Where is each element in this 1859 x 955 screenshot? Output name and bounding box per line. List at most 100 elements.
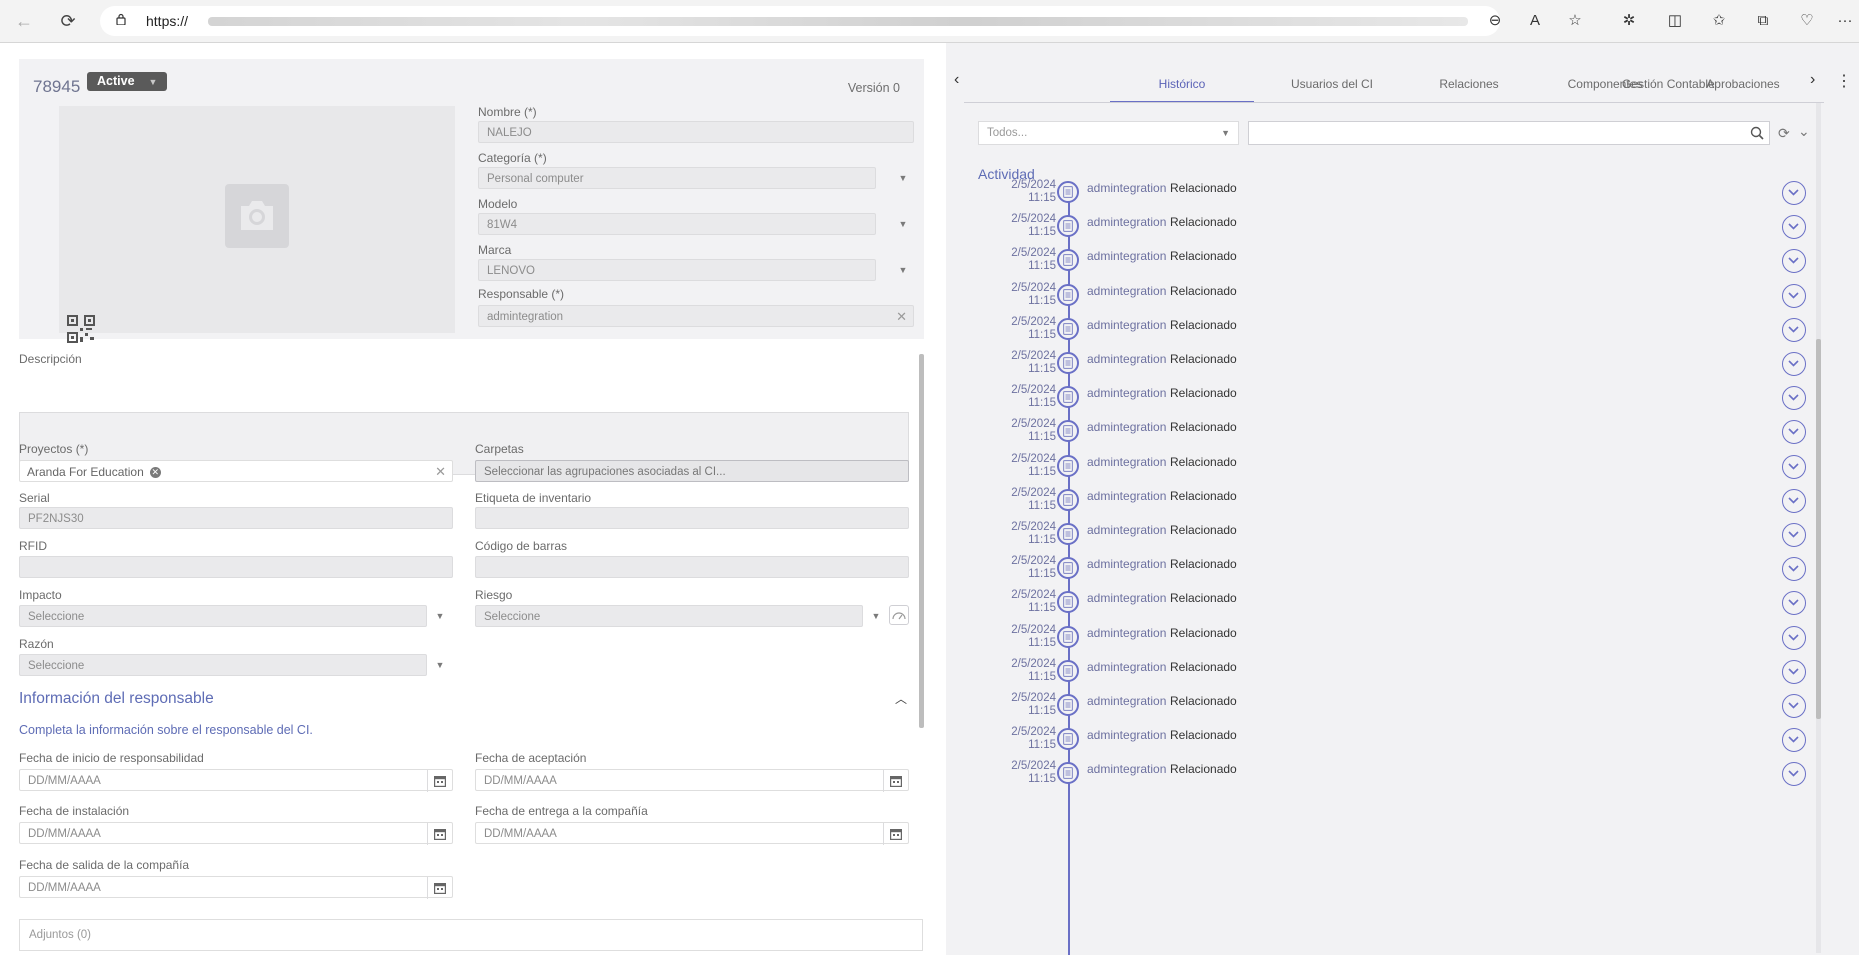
status-dropdown[interactable]: Active ▼ [87,72,168,91]
responsable-section-title: Información del responsable [19,690,214,707]
expand-entry-icon[interactable] [1782,523,1806,547]
entry-date-day: 2/5/2024 [1011,384,1056,397]
entry-date-day: 2/5/2024 [1011,315,1056,328]
tab-historico[interactable]: Histórico [1110,77,1254,91]
expand-entry-icon[interactable] [1782,352,1806,376]
read-aloud-icon[interactable]: A [1526,12,1544,30]
entry-date-day: 2/5/2024 [1011,657,1056,670]
entry-date: 2/5/2024 11:15 [992,213,1056,239]
tab-relaciones[interactable]: Relaciones [1406,77,1532,91]
scrollbar[interactable] [1816,103,1821,953]
riesgo-select[interactable]: Seleccione [475,605,863,627]
entry-user: admintegration [1087,249,1167,264]
calendar-icon[interactable] [427,823,452,845]
carpetas-select[interactable]: Seleccionar las agrupaciones asociadas a… [475,460,909,482]
extensions-icon[interactable]: ✲ [1620,12,1638,30]
scrollbar-thumb[interactable] [1816,339,1821,719]
fecha-inicio-field[interactable]: DD/MM/AAAA [19,769,453,792]
chevron-down-icon[interactable]: ▼ [428,605,452,627]
expand-all-icon[interactable]: ⌄ [1798,123,1810,140]
activity-filter-select[interactable]: Todos... ▼ [978,121,1239,145]
expand-entry-icon[interactable] [1782,694,1806,718]
tab-gestion-contable[interactable]: Gestión Contable [1622,77,1715,91]
expand-entry-icon[interactable] [1782,283,1806,308]
modelo-select[interactable]: 81W4 [478,213,876,235]
expand-entry-icon[interactable] [1782,591,1806,616]
fecha-salida-field[interactable]: DD/MM/AAAA [19,876,453,899]
codigo-field[interactable] [475,556,909,578]
chevron-down-icon[interactable]: ▼ [891,213,915,235]
calendar-icon[interactable] [427,877,452,899]
chevron-up-icon[interactable]: ︿ [895,690,907,707]
expand-entry-icon[interactable] [1782,659,1806,684]
collections-icon[interactable]: ⧉ [1754,12,1772,30]
expand-entry-icon[interactable] [1782,181,1806,205]
calendar-icon[interactable] [427,770,452,792]
expand-entry-icon[interactable] [1782,215,1806,240]
entry-date: 2/5/2024 11:15 [992,282,1056,308]
entry-date-time: 11:15 [1028,739,1056,752]
expand-entry-icon[interactable] [1782,317,1806,342]
impacto-select[interactable]: Seleccione [19,605,427,627]
search-icon[interactable] [1750,126,1764,140]
back-icon[interactable]: ← [12,9,36,33]
chevron-down-icon[interactable]: ▼ [891,167,915,189]
kebab-menu-icon[interactable]: ⋮ [1836,71,1852,91]
expand-entry-icon[interactable] [1782,625,1806,650]
fecha-entrega-field[interactable]: DD/MM/AAAA [475,822,909,845]
chevron-down-icon[interactable]: ▼ [864,605,888,627]
more-icon[interactable]: ··· [1836,12,1854,30]
tab-usuarios[interactable]: Usuarios del CI [1268,77,1396,91]
marca-select[interactable]: LENOVO [478,259,876,281]
browser-essentials-icon[interactable]: ♡ [1798,12,1816,30]
favorite-star-icon[interactable]: ☆ [1566,12,1584,30]
razon-select[interactable]: Seleccione [19,654,427,676]
categoria-select[interactable]: Personal computer [478,167,876,189]
refresh-icon[interactable]: ⟳ [56,9,80,33]
entry-date-day: 2/5/2024 [1011,452,1056,465]
entry-user: admintegration [1087,386,1167,401]
entry-date-day: 2/5/2024 [1011,213,1056,226]
responsable-field[interactable]: admintegration ✕ [478,305,914,327]
chevron-left-icon[interactable]: ‹ [954,71,959,89]
calendar-icon[interactable] [883,823,908,845]
expand-entry-icon[interactable] [1782,762,1806,787]
expand-entry-icon[interactable] [1782,249,1806,274]
expand-entry-icon[interactable] [1782,386,1806,411]
chevron-down-icon[interactable]: ▼ [428,654,452,676]
expand-entry-icon[interactable] [1782,557,1806,582]
date-placeholder: DD/MM/AAAA [28,882,101,894]
clear-icon[interactable]: ✕ [435,461,446,483]
zoom-icon[interactable]: ⊖ [1486,12,1504,30]
gauge-icon[interactable] [889,605,909,625]
serial-field[interactable]: PF2NJS30 [19,507,453,529]
address-bar[interactable]: https:// [100,6,1500,36]
fecha-instalacion-field[interactable]: DD/MM/AAAA [19,822,453,845]
favorites-icon[interactable]: ✩ [1710,12,1728,30]
document-icon [1057,625,1079,648]
chevron-down-icon[interactable]: ▼ [891,259,915,281]
entry-date-day: 2/5/2024 [1011,247,1056,260]
entry-action: Relacionado [1170,454,1237,469]
fecha-aceptacion-field[interactable]: DD/MM/AAAA [475,769,909,792]
calendar-icon[interactable] [883,770,908,792]
expand-entry-icon[interactable] [1782,488,1806,513]
entry-user: admintegration [1087,728,1167,743]
etiqueta-field[interactable] [475,507,909,529]
nombre-field[interactable]: NALEJO [478,121,914,143]
activity-search-input[interactable] [1248,121,1770,145]
split-screen-icon[interactable]: ◫ [1666,12,1684,30]
expand-entry-icon[interactable] [1782,454,1806,479]
proyectos-multiselect[interactable]: Aranda For Education ✕ ✕ [19,460,453,482]
qr-code-icon[interactable] [67,315,95,343]
clear-icon[interactable]: ✕ [896,306,907,328]
expand-entry-icon[interactable] [1782,728,1806,753]
expand-entry-icon[interactable] [1782,420,1806,445]
scrollbar[interactable] [919,354,924,728]
attachments-section[interactable]: Adjuntos (0) [19,919,923,951]
refresh-icon[interactable]: ⟳ [1778,125,1790,142]
remove-chip-icon[interactable]: ✕ [149,467,161,478]
chevron-right-icon[interactable]: › [1810,71,1815,89]
rfid-field[interactable] [19,556,453,578]
ci-photo[interactable] [59,106,455,333]
